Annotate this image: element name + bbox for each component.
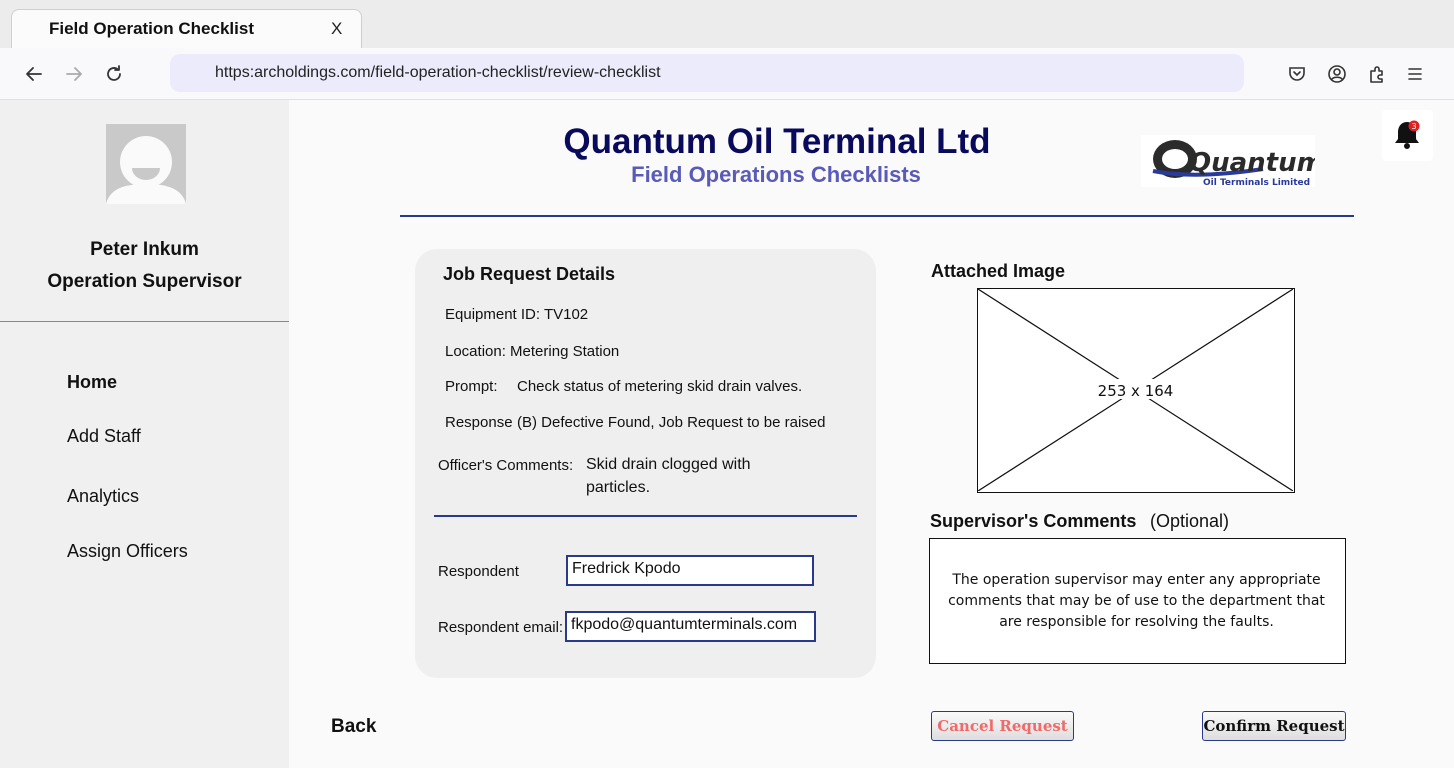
back-link[interactable]: Back bbox=[331, 716, 376, 738]
browser-tab-bar: Field Operation Checklist X bbox=[0, 0, 1454, 49]
menu-icon[interactable] bbox=[1404, 63, 1426, 85]
image-dimensions-label: 253 x 164 bbox=[1097, 382, 1174, 400]
browser-tab[interactable]: Field Operation Checklist X bbox=[11, 9, 362, 49]
pocket-icon[interactable] bbox=[1286, 63, 1308, 85]
url-text: https:archoldings.com/field-operation-ch… bbox=[215, 64, 661, 81]
supervisor-comments-text: The operation supervisor may enter any a… bbox=[948, 572, 1325, 630]
job-request-heading: Job Request Details bbox=[443, 264, 616, 284]
back-arrow-icon[interactable] bbox=[23, 63, 45, 85]
supervisor-comments-heading: Supervisor's Comments bbox=[930, 511, 1137, 531]
equipment-id: Equipment ID: TV102 bbox=[445, 306, 589, 323]
page-title: Quantum Oil Terminal Ltd bbox=[563, 122, 991, 161]
extensions-icon[interactable] bbox=[1366, 63, 1388, 85]
notification-button[interactable]: 3 bbox=[1382, 110, 1433, 161]
header-divider bbox=[400, 215, 1354, 217]
confirm-request-button[interactable]: Confirm Request bbox=[1202, 711, 1346, 741]
reload-icon[interactable] bbox=[103, 63, 125, 85]
user-role: Operation Supervisor bbox=[47, 271, 242, 292]
logo-caption: Oil Terminals Limited bbox=[1203, 178, 1310, 187]
logo-word: Quantum bbox=[1189, 148, 1315, 178]
respondent-email-field[interactable]: fkpodo@quantumterminals.com bbox=[565, 611, 816, 642]
officer-comments-label: Officer's Comments: bbox=[438, 457, 574, 474]
page-subtitle: Field Operations Checklists bbox=[631, 162, 921, 187]
officer-comments-line-2: particles. bbox=[586, 479, 651, 496]
tab-title: Field Operation Checklist bbox=[49, 19, 254, 38]
prompt-value: Check status of metering skid drain valv… bbox=[517, 378, 803, 395]
sidebar-item-assign-officers[interactable]: Assign Officers bbox=[67, 541, 188, 562]
respondent-label: Respondent bbox=[438, 563, 519, 580]
optional-label: (Optional) bbox=[1150, 511, 1230, 531]
account-icon[interactable] bbox=[1326, 63, 1348, 85]
job-request-card: Job Request Details Equipment ID: TV102 … bbox=[415, 249, 876, 678]
response-label: Response bbox=[445, 414, 513, 431]
cancel-request-button[interactable]: Cancel Request bbox=[931, 711, 1074, 741]
attached-image-heading: Attached Image bbox=[931, 261, 1066, 281]
respondent-email-label: Respondent email: bbox=[438, 619, 564, 636]
location: Location: Metering Station bbox=[445, 343, 620, 360]
sidebar: Peter Inkum Operation Supervisor Home Ad… bbox=[0, 100, 289, 768]
tab-close-button[interactable]: X bbox=[331, 19, 342, 39]
company-logo: Quantum Oil Terminals Limited bbox=[1141, 135, 1324, 188]
address-bar[interactable]: https:archoldings.com/field-operation-ch… bbox=[170, 54, 1244, 92]
officer-comments-line-1: Skid drain clogged with bbox=[586, 456, 751, 473]
attached-image-placeholder[interactable]: 253 x 164 bbox=[977, 288, 1295, 493]
user-name: Peter Inkum bbox=[90, 239, 199, 260]
bell-icon: 3 bbox=[1395, 120, 1420, 149]
notification-count: 3 bbox=[1411, 122, 1416, 131]
prompt-label: Prompt: bbox=[445, 378, 498, 395]
sidebar-item-analytics[interactable]: Analytics bbox=[67, 486, 139, 507]
browser-toolbar: https:archoldings.com/field-operation-ch… bbox=[0, 48, 1454, 100]
main-content: Quantum Oil Terminal Ltd Field Operation… bbox=[289, 100, 1454, 768]
sidebar-divider bbox=[0, 321, 289, 322]
sidebar-item-add-staff[interactable]: Add Staff bbox=[67, 426, 141, 447]
forward-arrow-icon[interactable] bbox=[63, 63, 85, 85]
sidebar-item-home[interactable]: Home bbox=[67, 372, 117, 393]
respondent-field[interactable]: Fredrick Kpodo bbox=[566, 555, 814, 586]
supervisor-comments-field[interactable]: The operation supervisor may enter any a… bbox=[929, 538, 1346, 664]
avatar bbox=[106, 124, 186, 204]
card-divider bbox=[434, 515, 857, 517]
response-value: (B) Defective Found, Job Request to be r… bbox=[517, 414, 826, 431]
